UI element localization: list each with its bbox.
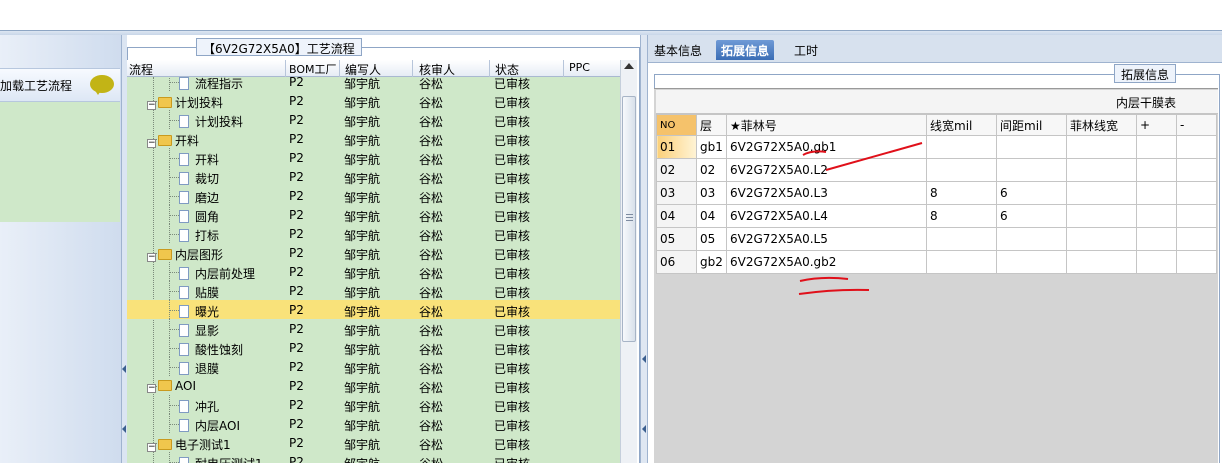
red-annotation-marks — [798, 142, 923, 295]
